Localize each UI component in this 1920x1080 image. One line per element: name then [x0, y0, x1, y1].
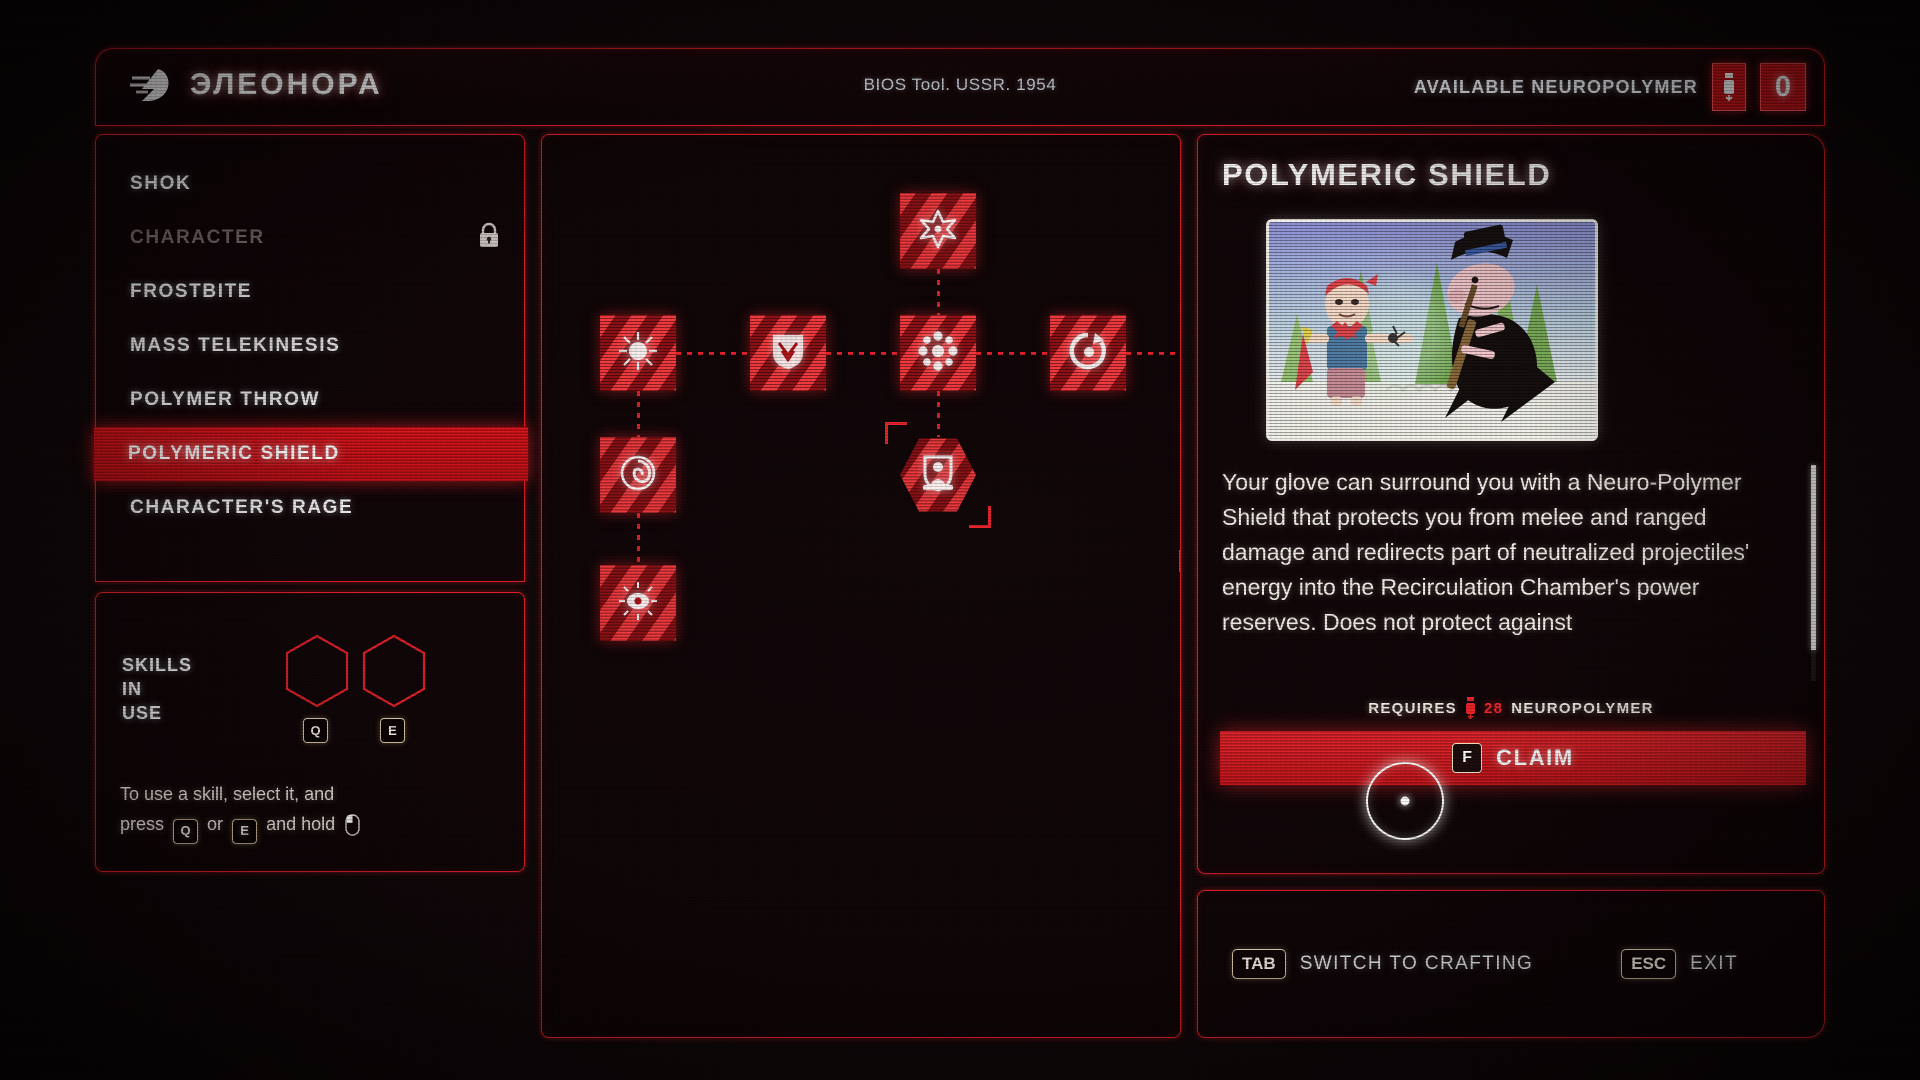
sidebar-item-mass-telekinesis[interactable]: MASS TELEKINESIS [96, 319, 524, 373]
left-column: SHOK CHARACTER FROSTBITE MASS TELEKINESIS PO… [94, 134, 528, 1038]
tree-node-shield-figure[interactable] [900, 438, 976, 512]
tree-node-sunburst[interactable] [600, 315, 676, 391]
skills-in-use-label-line: IN [122, 679, 142, 699]
sidebar-item-label: POLYMERIC SHIELD [128, 443, 340, 464]
sidebar-item-polymeric-shield[interactable]: POLYMERIC SHIELD [94, 427, 528, 481]
tree-node-polymer-burst[interactable] [900, 315, 976, 391]
hint-part-b: press [120, 814, 165, 834]
skill-slot-e[interactable] [361, 633, 427, 709]
radiant-eye-icon [617, 580, 659, 627]
recoil-circle-icon [1068, 331, 1108, 376]
tab-key: TAB [1232, 949, 1286, 979]
tree-link [936, 269, 940, 315]
footer-bar: TAB SWITCH TO CRAFTING ESC EXIT [1197, 890, 1825, 1038]
claim-label: CLAIM [1496, 745, 1574, 770]
padlock-icon [478, 222, 500, 254]
shield-figure-icon [919, 453, 957, 498]
sunburst-icon [618, 331, 658, 376]
tree-link [636, 513, 640, 565]
sidebar-item-label: CHARACTER [130, 227, 265, 248]
sidebar-item-label: FROSTBITE [130, 281, 253, 302]
skills-in-use-label-line: USE [122, 703, 163, 723]
claim-button[interactable]: F CLAIM [1220, 731, 1806, 785]
sidebar-item-label: CHARACTER'S RAGE [130, 497, 354, 518]
skill-slot-q[interactable] [284, 633, 350, 709]
bios-tool-window: ЭЛЕОНОРА BIOS Tool. USSR. 1954 AVAILABLE… [94, 48, 1825, 1038]
requires-label: REQUIRES [1368, 699, 1457, 717]
tree-link [676, 351, 750, 355]
tree-link [636, 391, 640, 437]
tree-link [936, 391, 940, 437]
switch-to-crafting-label[interactable]: SWITCH TO CRAFTING [1300, 953, 1534, 975]
sidebar-item-character-s-rage[interactable]: CHARACTER'S RAGE [96, 481, 524, 535]
skill-tree-panel [541, 134, 1181, 1038]
tree-node-six-point-star[interactable] [900, 193, 976, 269]
spiral-vortex-icon [618, 453, 658, 498]
key-q-label: Q [303, 718, 328, 743]
neuropolymer-count: 0 [1774, 70, 1792, 103]
header-bar: ЭЛЕОНОРА BIOS Tool. USSR. 1954 AVAILABLE… [95, 48, 1825, 126]
neuropolymer-indicator: AVAILABLE NEUROPOLYMER 0 [1414, 63, 1806, 111]
bios-label: BIOS Tool. USSR. 1954 [863, 75, 1057, 94]
node-selection-brackets [1179, 550, 1180, 656]
six-point-star-icon [918, 209, 958, 254]
glove-lightning-logo-icon [128, 65, 174, 105]
skills-in-use-label: SKILLS IN USE [122, 653, 192, 725]
skill-detail-panel: POLYMERIC SHIELD Your glove can surround… [1197, 134, 1825, 874]
hint-part-a: To use a skill, select it, and [120, 784, 335, 804]
skill-list: SHOK CHARACTER FROSTBITE MASS TELEKINESIS PO… [94, 134, 528, 582]
description-scrollbar[interactable] [1811, 465, 1816, 681]
right-column: POLYMERIC SHIELD Your glove can surround… [1197, 134, 1825, 1038]
tree-node-shield-crest[interactable] [750, 315, 826, 391]
requires-amount: 28 [1483, 699, 1504, 717]
requires-currency: NEUROPOLYMER [1511, 699, 1654, 717]
skill-description: Your glove can surround you with a Neuro… [1222, 469, 1750, 635]
requires-vial-icon [1465, 697, 1476, 720]
sidebar-item-shok[interactable]: SHOK [96, 157, 524, 211]
main-columns: SHOK CHARACTER FROSTBITE MASS TELEKINESIS PO… [94, 134, 1825, 1038]
neuropolymer-label: AVAILABLE NEUROPOLYMER [1413, 76, 1698, 97]
skills-in-use-panel: SKILLS IN USE Q E To use a skill, select… [95, 592, 525, 872]
tree-link [826, 351, 900, 355]
detail-title: POLYMERIC SHIELD [1222, 157, 1552, 192]
usage-hint: To use a skill, select it, and press Q o… [120, 779, 500, 845]
mouse-left-click-icon [345, 814, 360, 845]
requires-row: REQUIRES 28 NEUROPOLYMER [1198, 697, 1824, 720]
shield-crest-icon [769, 331, 807, 376]
brand: ЭЛЕОНОРА [128, 65, 383, 105]
skills-in-use-label-line: SKILLS [122, 655, 193, 675]
tree-link [1126, 351, 1180, 355]
crt-screen: ЭЛЕОНОРА BIOS Tool. USSR. 1954 AVAILABLE… [0, 0, 1920, 1080]
tree-node-recoil-circle[interactable] [1050, 315, 1126, 391]
hint-part-d: and hold [266, 814, 336, 834]
sidebar-item-polymer-throw[interactable]: POLYMER THROW [96, 373, 524, 427]
esc-key: ESC [1621, 949, 1677, 979]
neuropolymer-vial-icon [1712, 63, 1746, 111]
neuropolymer-count-box: 0 [1760, 63, 1806, 111]
exit-label[interactable]: EXIT [1690, 953, 1738, 975]
app-title: ЭЛЕОНОРА [190, 68, 383, 101]
sidebar-item-label: MASS TELEKINESIS [130, 335, 341, 356]
skill-thumbnail [1266, 219, 1598, 441]
sidebar-item-frostbite[interactable]: FROSTBITE [96, 265, 524, 319]
sidebar-item-label: SHOK [130, 173, 192, 194]
claim-key: F [1452, 743, 1483, 773]
key-e-label: E [380, 718, 405, 743]
sidebar-item-label: POLYMER THROW [130, 389, 321, 410]
ring-cursor-icon [1366, 762, 1444, 840]
polymer-burst-icon [917, 330, 959, 377]
tree-node-radiant-eye[interactable] [600, 565, 676, 641]
tree-node-spiral-vortex[interactable] [600, 437, 676, 513]
tree-link [976, 351, 1050, 355]
hint-key-q: Q [173, 818, 199, 844]
hint-key-e: E [232, 818, 258, 844]
hint-part-c: or [207, 814, 224, 834]
skill-tree [542, 135, 1180, 1037]
sidebar-item-character[interactable]: CHARACTER [96, 211, 524, 265]
